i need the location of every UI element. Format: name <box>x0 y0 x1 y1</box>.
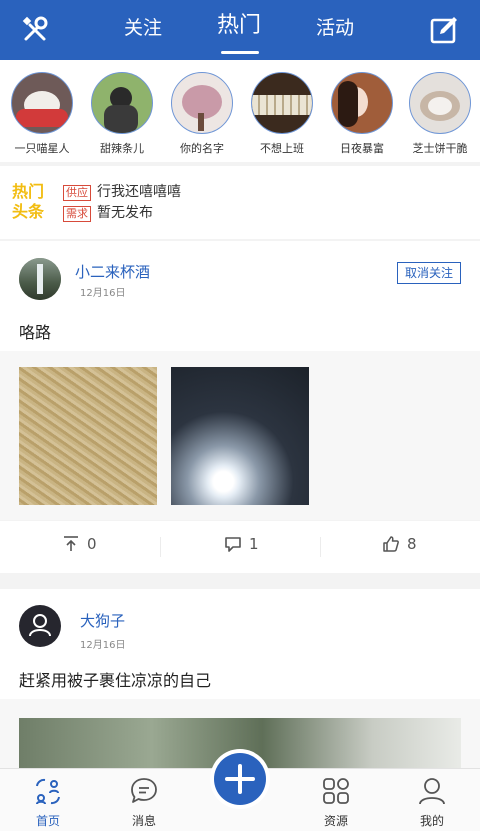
grid-icon <box>323 778 349 804</box>
tab-home[interactable]: 首页 <box>8 769 88 831</box>
home-icon <box>36 778 60 805</box>
story-avatar <box>331 72 393 134</box>
story-name: 一只喵星人 <box>14 142 70 155</box>
comment-button[interactable]: 1 <box>224 535 259 553</box>
story-item[interactable]: 一只喵星人 <box>2 72 82 156</box>
divider <box>160 537 161 557</box>
headline-text: 行我还嘻嘻嘻 <box>97 184 181 200</box>
post-username[interactable]: 大狗子 <box>80 610 125 631</box>
tab-resources[interactable]: 资源 <box>296 769 376 831</box>
tab-follow[interactable]: 关注 <box>124 14 162 42</box>
post-image-strip <box>0 351 480 520</box>
like-button[interactable]: 8 <box>382 535 417 553</box>
like-count: 8 <box>407 535 417 553</box>
post-image[interactable] <box>171 367 309 505</box>
tab-messages[interactable]: 消息 <box>104 769 184 831</box>
post-date: 12月16日 <box>80 288 126 299</box>
post-text: 咯路 <box>19 323 52 342</box>
headline-item[interactable]: 供应 行我还嘻嘻嘻 <box>63 181 181 201</box>
story-item[interactable]: 不想上班 <box>242 72 322 156</box>
tab-label: 首页 <box>35 814 60 828</box>
edit-icon[interactable] <box>428 14 460 46</box>
plus-icon <box>225 764 255 794</box>
tab-label: 我的 <box>419 814 444 828</box>
story-item[interactable]: 芝士饼干脆 <box>400 72 480 156</box>
story-avatar <box>171 72 233 134</box>
story-name: 不想上班 <box>260 142 304 155</box>
post-action-bar: 0 1 8 <box>0 521 480 573</box>
story-avatar <box>11 72 73 134</box>
message-icon <box>131 778 157 803</box>
headline-text: 暂无发布 <box>97 205 153 221</box>
comment-count: 1 <box>249 535 259 553</box>
divider <box>320 537 321 557</box>
story-name: 芝士饼干脆 <box>412 142 468 155</box>
story-item[interactable]: 甜辣条儿 <box>82 72 162 156</box>
unfollow-button[interactable]: 取消关注 <box>397 262 461 284</box>
tools-icon[interactable] <box>19 14 51 46</box>
tab-label: 资源 <box>323 814 348 828</box>
user-avatar[interactable] <box>19 258 61 300</box>
post-card <box>0 241 480 351</box>
create-post-button[interactable] <box>214 753 266 805</box>
tab-label: 消息 <box>131 814 156 828</box>
story-avatar <box>91 72 153 134</box>
headline-item[interactable]: 需求 暂无发布 <box>63 202 153 222</box>
profile-icon <box>419 778 445 805</box>
default-avatar-icon <box>29 614 51 637</box>
tab-profile[interactable]: 我的 <box>392 769 472 831</box>
top-nav-bar: 关注 热门 活动 <box>0 0 480 60</box>
post-text: 赶紧用被子裹住凉凉的自己 <box>19 671 212 690</box>
share-button[interactable]: 0 <box>62 535 97 553</box>
active-tab-indicator <box>221 51 259 54</box>
share-count: 0 <box>87 535 97 553</box>
user-avatar[interactable] <box>19 605 61 647</box>
tab-events[interactable]: 活动 <box>316 14 354 42</box>
thumbs-up-icon <box>383 536 399 552</box>
story-name: 甜辣条儿 <box>100 142 144 155</box>
share-icon <box>64 536 78 551</box>
hot-headlines-panel[interactable]: 热门 头条 供应 行我还嘻嘻嘻 需求 暂无发布 <box>0 166 480 239</box>
story-name: 你的名字 <box>180 142 224 155</box>
story-strip: 一只喵星人 甜辣条儿 你的名字 不想上班 日夜暴富 芝士饼干脆 <box>0 60 480 162</box>
post-image[interactable] <box>19 367 157 505</box>
story-avatar <box>251 72 313 134</box>
comment-icon <box>225 537 241 552</box>
story-avatar <box>409 72 471 134</box>
post-date: 12月16日 <box>80 640 126 651</box>
story-item[interactable]: 你的名字 <box>162 72 242 156</box>
tab-hot[interactable]: 热门 <box>217 12 261 40</box>
demand-tag: 需求 <box>63 206 91 222</box>
supply-tag: 供应 <box>63 185 91 201</box>
hot-headlines-logo: 热门 头条 <box>12 182 45 221</box>
story-name: 日夜暴富 <box>340 142 384 155</box>
post-username[interactable]: 小二来杯酒 <box>75 261 150 282</box>
story-item[interactable]: 日夜暴富 <box>322 72 402 156</box>
